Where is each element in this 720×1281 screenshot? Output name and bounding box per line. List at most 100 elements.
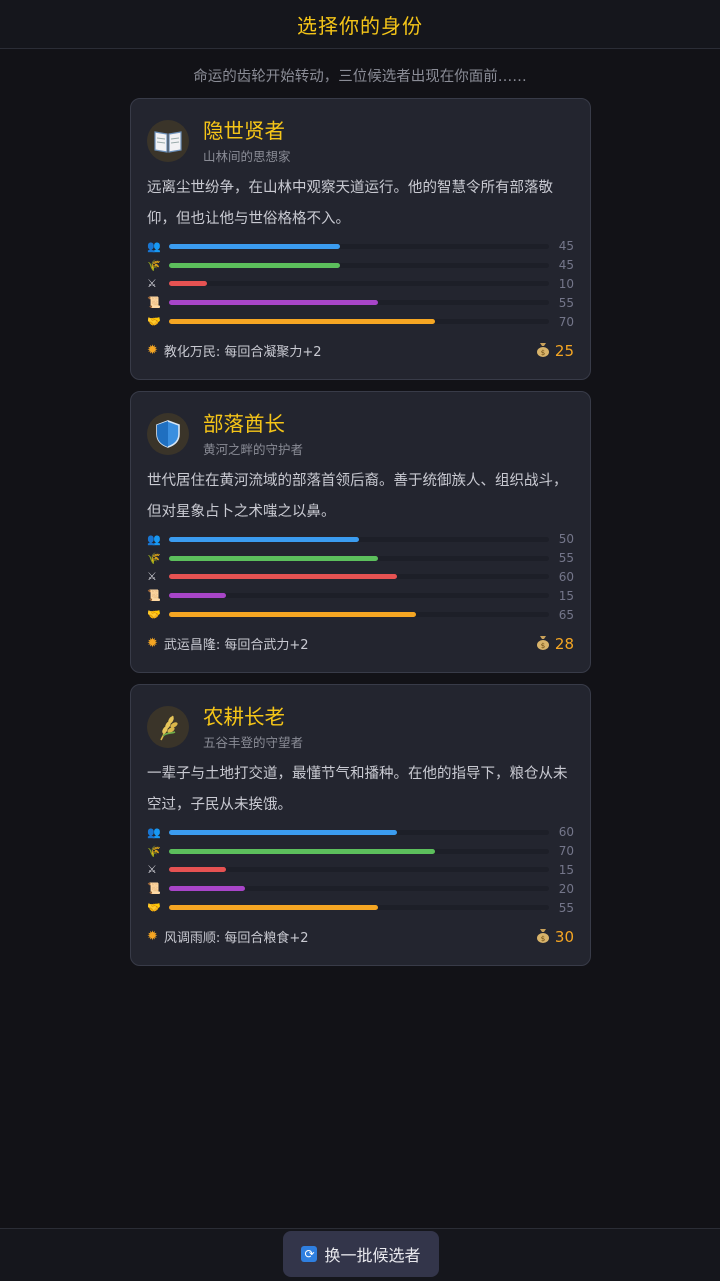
intro-text: 命运的齿轮开始转动，三位候选者出现在你面前…… [193,69,527,85]
stat-value: 55 [558,295,574,310]
stat-value: 50 [558,532,574,547]
cost-value: 30 [554,927,574,946]
grain-icon: 🌾 [147,551,161,565]
candidate-card-elder[interactable]: 农耕长老 五谷丰登的守望者 一辈子与土地打交道，最懂节气和播种。在他的指导下，粮… [130,684,591,966]
candidate-name: 部落酋长 [203,411,285,436]
svg-text:$: $ [541,642,545,650]
stat-row: 👥 45 [147,237,574,256]
stat-bar-track [169,829,549,835]
candidate-description: 世代居住在黄河流域的部落首领后裔。善于统御族人、组织战斗，但对星象占卜之术嗤之以… [147,473,568,520]
candidate-card-sage[interactable]: 隐世贤者 山林间的思想家 远离尘世纷争，在山林中观察天道运行。他的智慧令所有部落… [130,98,591,380]
stat-bar-fill [169,848,435,854]
stat-row: ⚔ 15 [147,861,574,880]
ability-text: ✹ 风调雨顺: 每回合粮食+2 [147,927,309,946]
cost-value: 28 [554,634,574,653]
wheat-icon [147,706,189,748]
book-icon [147,120,189,162]
cost-value: 25 [554,341,574,360]
stat-value: 45 [558,258,574,273]
top-bar: 选择你的身份 [0,0,720,49]
people-icon: 👥 [147,532,161,546]
candidate-description: 远离尘世纷争，在山林中观察天道运行。他的智慧令所有部落敬仰，但也让他与世俗格格不… [147,180,553,227]
shield-icon [147,413,189,455]
ability-text: ✹ 武运昌隆: 每回合武力+2 [147,634,309,653]
handshake-icon: 🤝 [147,608,161,622]
stat-bar-track [169,281,549,287]
candidate-list: 隐世贤者 山林间的思想家 远离尘世纷争，在山林中观察天道运行。他的智慧令所有部落… [130,98,591,977]
stat-bar-fill [169,593,226,599]
candidate-card-chief[interactable]: 部落酋长 黄河之畔的守护者 世代居住在黄河流域的部落首领后裔。善于统御族人、组织… [130,391,591,673]
cost-badge: $ 30 [536,927,574,947]
stat-value: 20 [558,881,574,896]
stat-bar-fill [169,319,435,325]
stat-list: 👥 50 🌾 55 ⚔ 60 📜 15 🤝 65 [147,530,574,624]
stat-bar-fill [169,886,245,892]
stat-bar-fill [169,262,340,268]
stat-bar-track [169,593,549,599]
people-icon: 👥 [147,239,161,253]
stat-bar-track [169,612,549,618]
page-title: 选择你的身份 [297,13,423,38]
svg-text:$: $ [541,349,545,357]
scroll-icon: 📜 [147,296,161,310]
handshake-icon: 🤝 [147,901,161,915]
ability-label: 教化万民: 每回合凝聚力+2 [163,345,322,361]
stat-bar-fill [169,281,207,287]
cost-badge: $ 25 [536,341,574,361]
swords-icon: ⚔ [147,570,157,584]
stat-row: 📜 15 [147,586,574,605]
stat-bar-fill [169,574,397,580]
bottom-bar: ⟳ 换一批候选者 [0,1228,720,1281]
candidate-description: 一辈子与土地打交道，最懂节气和播种。在他的指导下，粮仓从未空过，子民从未挨饿。 [147,766,568,813]
stat-bar-track [169,243,549,249]
stat-value: 45 [558,239,574,254]
stat-row: 🤝 70 [147,312,574,331]
stat-bar-track [169,555,549,561]
refresh-icon: ⟳ [301,1246,318,1262]
handshake-icon: 🤝 [147,315,161,329]
sun-icon: ✹ [147,343,158,359]
money-bag-icon: $ [536,927,550,947]
candidate-tagline: 黄河之畔的守护者 [203,441,304,457]
sun-icon: ✹ [147,636,158,652]
stat-bar-fill [169,536,359,542]
stat-bar-track [169,848,549,854]
stat-bar-track [169,536,549,542]
money-bag-icon: $ [536,634,550,654]
stat-bar-track [169,886,549,892]
stat-list: 👥 45 🌾 45 ⚔ 10 📜 55 🤝 70 [147,237,574,331]
stat-bar-fill [169,905,378,911]
refresh-button-label: 换一批候选者 [324,1248,421,1265]
stat-row: 🤝 55 [147,898,574,917]
stat-bar-fill [169,829,397,835]
ability-label: 风调雨顺: 每回合粮食+2 [163,931,309,947]
stat-value: 10 [558,276,574,291]
stat-value: 60 [558,825,574,840]
refresh-candidates-button[interactable]: ⟳ 换一批候选者 [283,1231,439,1277]
stat-value: 15 [558,862,574,877]
grain-icon: 🌾 [147,844,161,858]
stat-list: 👥 60 🌾 70 ⚔ 15 📜 20 🤝 55 [147,823,574,917]
stat-bar-track [169,300,549,306]
swords-icon: ⚔ [147,277,157,291]
scroll-icon: 📜 [147,882,161,896]
stat-bar-track [169,262,549,268]
stat-bar-fill [169,300,378,306]
stat-row: ⚔ 10 [147,275,574,294]
stat-row: 👥 60 [147,823,574,842]
stat-bar-track [169,319,549,325]
stat-value: 55 [558,900,574,915]
stat-value: 70 [558,844,574,859]
money-bag-icon: $ [536,341,550,361]
stat-row: ⚔ 60 [147,568,574,587]
stat-row: 🌾 45 [147,256,574,275]
candidate-tagline: 山林间的思想家 [203,148,291,164]
stat-value: 15 [558,588,574,603]
stat-bar-fill [169,867,226,873]
stat-row: 📜 55 [147,293,574,312]
stat-row: 🌾 55 [147,549,574,568]
ability-text: ✹ 教化万民: 每回合凝聚力+2 [147,341,322,360]
stat-row: 🤝 65 [147,605,574,624]
stat-bar-fill [169,555,378,561]
stat-value: 65 [558,607,574,622]
